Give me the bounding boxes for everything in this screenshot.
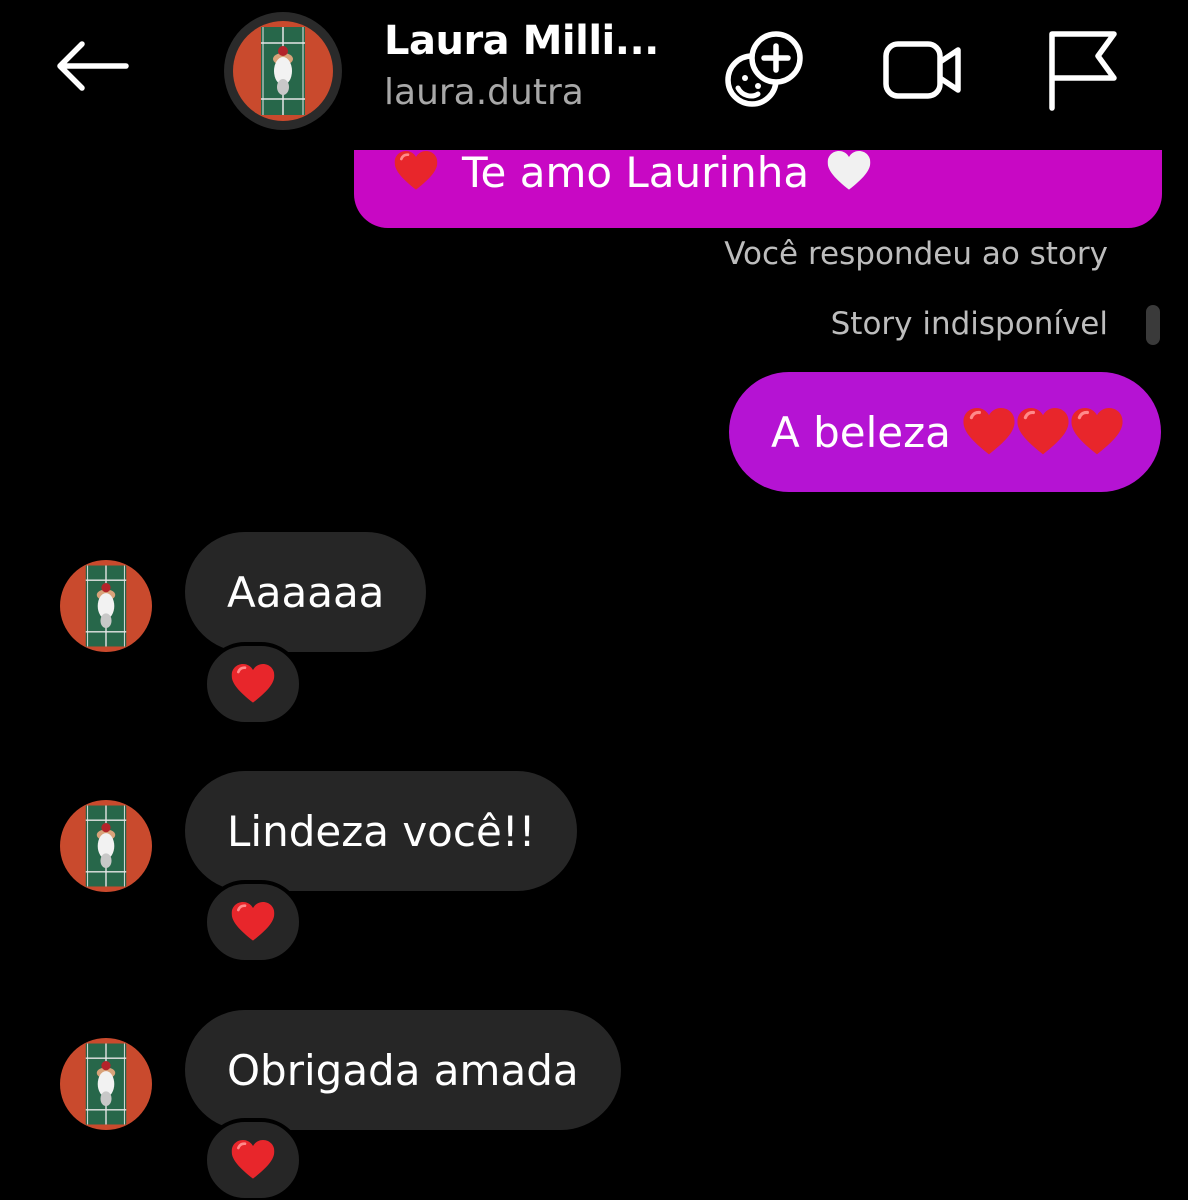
red-heart-icon bbox=[231, 902, 275, 942]
red-heart-icon bbox=[231, 664, 275, 704]
message-text: A beleza bbox=[771, 407, 951, 457]
flag-icon bbox=[1049, 31, 1117, 111]
scrollbar-thumb[interactable] bbox=[1146, 305, 1160, 345]
header-avatar[interactable] bbox=[224, 12, 342, 130]
white-heart-icon bbox=[827, 151, 871, 191]
chat-screen: Laura Milli... laura.dutra Te amo Laurin… bbox=[0, 0, 1188, 1200]
report-button[interactable] bbox=[1040, 28, 1124, 112]
sender-avatar[interactable] bbox=[60, 560, 152, 652]
message-text: Te amo Laurinha bbox=[462, 148, 810, 197]
red-heart-icon bbox=[394, 151, 438, 191]
red-heart-icon bbox=[1017, 408, 1069, 456]
contact-name: Laura Milli... bbox=[384, 18, 659, 64]
incoming-message[interactable]: Obrigada amada bbox=[185, 1010, 621, 1130]
video-camera-icon bbox=[883, 41, 961, 99]
message-reaction[interactable] bbox=[203, 642, 303, 726]
message-text: Lindeza você!! bbox=[227, 806, 536, 856]
message-text: Aaaaaa bbox=[227, 567, 385, 617]
message-text: Obrigada amada bbox=[227, 1045, 579, 1095]
red-heart-icon bbox=[1071, 408, 1123, 456]
sender-avatar[interactable] bbox=[60, 1038, 152, 1130]
video-call-button[interactable] bbox=[880, 28, 964, 112]
contact-info[interactable]: Laura Milli... laura.dutra bbox=[384, 14, 684, 118]
back-button[interactable] bbox=[46, 30, 138, 102]
red-heart-icon bbox=[231, 1140, 275, 1180]
story-reply-note: Você respondeu ao story bbox=[724, 236, 1108, 272]
story-unavailable-note: Story indisponível bbox=[830, 306, 1108, 342]
profile-photo bbox=[233, 21, 333, 121]
hearts-emoji bbox=[963, 408, 1123, 456]
arrow-left-icon bbox=[57, 41, 129, 91]
sticker-button[interactable] bbox=[722, 28, 806, 112]
message-reaction[interactable] bbox=[203, 1118, 303, 1200]
incoming-message[interactable]: Aaaaaa bbox=[185, 532, 427, 652]
incoming-message[interactable]: Lindeza você!! bbox=[185, 771, 578, 891]
outgoing-message[interactable]: A beleza bbox=[729, 372, 1161, 492]
sender-avatar[interactable] bbox=[60, 800, 152, 892]
sticker-add-icon bbox=[725, 31, 803, 107]
red-heart-icon bbox=[963, 408, 1015, 456]
message-reaction[interactable] bbox=[203, 880, 303, 964]
chat-header: Laura Milli... laura.dutra bbox=[0, 0, 1188, 150]
contact-username: laura.dutra bbox=[384, 72, 584, 113]
